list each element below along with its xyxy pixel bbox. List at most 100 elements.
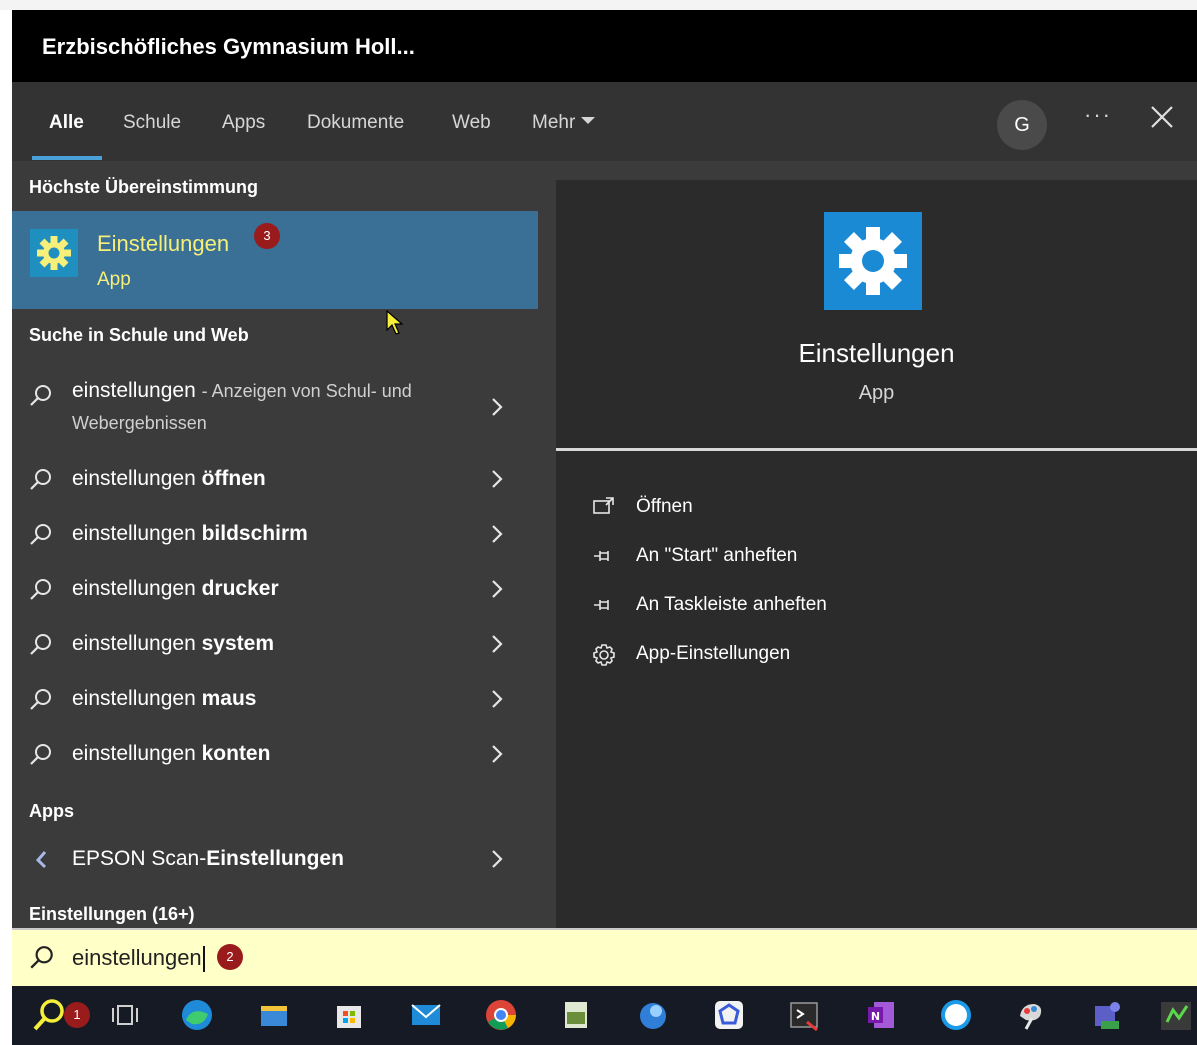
more-options-icon[interactable]: ··· <box>1084 102 1112 128</box>
suggestion-term: maus <box>201 687 257 710</box>
caret-down-icon <box>581 117 596 125</box>
settings-app-icon <box>30 229 78 277</box>
chrome-icon[interactable] <box>482 996 520 1034</box>
suggestion-item[interactable]: einstellungen öffnen <box>12 467 538 497</box>
detail-subtitle: App <box>858 382 895 404</box>
tab-web[interactable]: Web <box>452 112 491 134</box>
edge-icon[interactable] <box>178 996 216 1034</box>
chevron-right-icon <box>492 745 503 763</box>
chevron-right-icon <box>492 635 503 653</box>
suggestion-term: öffnen <box>201 467 266 490</box>
apps-heading: Apps <box>29 801 74 821</box>
file-explorer-icon[interactable] <box>255 996 293 1034</box>
app-settings-label: App-Einstellungen <box>636 643 791 664</box>
tab-apps[interactable]: Apps <box>222 112 265 134</box>
best-match-title: Einstellungen <box>97 231 230 256</box>
suggestion-item[interactable]: einstellungen bildschirm <box>12 522 538 552</box>
pin-icon <box>594 551 609 561</box>
results-pane: Höchste Übereinstimmung Einstellungen Ap… <box>12 161 538 928</box>
best-match-subtitle: App <box>97 269 131 290</box>
suggestion-item[interactable]: einstellungen konten <box>12 742 538 772</box>
search-icon <box>30 524 51 545</box>
search-window: Erzbischöfliches Gymnasium Holl... Alle … <box>12 10 1197 1045</box>
tab-schule[interactable]: Schule <box>123 112 181 134</box>
app-result-item[interactable]: EPSON Scan-Einstellungen <box>12 847 538 877</box>
thunderbird-icon[interactable] <box>634 996 672 1034</box>
suggestion-prefix: einstellungen <box>72 742 202 765</box>
suggestion-term: system <box>201 632 274 655</box>
search-icon <box>30 946 53 969</box>
suggestion-item[interactable]: einstellungen maus <box>12 687 538 717</box>
safari-icon[interactable] <box>937 996 975 1034</box>
web-result-item[interactable]: einstellungen - Anzeigen von Schul- und … <box>12 379 538 441</box>
suggestion-prefix: einstellungen <box>72 687 202 710</box>
web-result-hint: - Anzeigen von Schul- und <box>201 381 412 401</box>
step-badge-3: 3 <box>254 223 280 249</box>
suggestion-prefix: einstellungen <box>72 522 202 545</box>
tab-bar: Alle Schule Apps Dokumente Web Mehr G ··… <box>12 82 1197 161</box>
suggestion-prefix: einstellungen <box>72 467 202 490</box>
gear-icon <box>593 644 615 666</box>
suggestion-term: drucker <box>201 577 279 600</box>
snipping-icon[interactable] <box>785 996 823 1034</box>
open-action-label: Öffnen <box>636 496 693 517</box>
chevron-right-icon <box>492 525 503 543</box>
active-tab-indicator <box>32 156 102 160</box>
paint-icon[interactable] <box>1012 996 1050 1034</box>
suggestion-item[interactable]: einstellungen drucker <box>12 577 538 607</box>
store-icon[interactable] <box>330 996 368 1034</box>
search-icon[interactable] <box>30 996 68 1034</box>
mail-icon[interactable] <box>407 996 445 1034</box>
search-icon <box>30 744 51 765</box>
search-icon <box>30 689 51 710</box>
suggestion-term: bildschirm <box>201 522 308 545</box>
text-caret <box>202 946 205 973</box>
open-icon <box>593 497 614 514</box>
pin-taskbar-label: An Taskleiste anheften <box>636 594 827 615</box>
other-app-icon[interactable] <box>1157 996 1195 1034</box>
detail-pane: Einstellungen App Öffnen An "Start" anhe… <box>556 180 1197 928</box>
divider <box>556 448 1197 451</box>
web-result-query: einstellungen <box>72 379 196 402</box>
taskbar: 1 N <box>12 986 1197 1045</box>
step-badge-2: 2 <box>217 944 243 970</box>
best-match-item[interactable]: Einstellungen App 3 <box>12 211 538 335</box>
chevron-right-icon <box>492 850 503 868</box>
app-icon[interactable] <box>710 996 748 1034</box>
epson-scan-icon <box>35 851 47 869</box>
title-bar: Erzbischöfliches Gymnasium Holl... <box>12 10 1197 82</box>
teams-icon[interactable] <box>1087 996 1125 1034</box>
onenote-icon[interactable]: N <box>862 996 900 1034</box>
suggestion-prefix: einstellungen <box>72 577 202 600</box>
tab-mehr[interactable]: Mehr <box>532 112 596 134</box>
search-input[interactable]: einstellungen <box>72 945 205 973</box>
suggestion-item[interactable]: einstellungen system <box>12 632 538 662</box>
tab-alle[interactable]: Alle <box>49 112 84 134</box>
app-result-term: Einstellungen <box>206 847 344 870</box>
best-match-heading: Höchste Übereinstimmung <box>29 177 259 197</box>
chevron-right-icon <box>492 580 503 598</box>
search-input-value: einstellungen <box>72 945 202 970</box>
pin-icon <box>594 600 609 610</box>
chevron-right-icon <box>492 470 503 488</box>
notepad-icon[interactable] <box>557 996 595 1034</box>
chevron-right-icon <box>492 398 503 416</box>
pin-start-label: An "Start" anheften <box>636 545 798 566</box>
search-icon <box>30 469 51 490</box>
top-strip <box>0 0 1197 10</box>
search-icon <box>30 634 51 655</box>
tab-dokumente[interactable]: Dokumente <box>307 112 404 134</box>
task-view-icon[interactable] <box>106 996 144 1034</box>
web-search-heading: Suche in Schule und Web <box>29 325 249 345</box>
mouse-cursor-icon <box>386 310 404 335</box>
close-icon[interactable] <box>1149 104 1175 130</box>
suggestion-term: konten <box>201 742 271 765</box>
tab-mehr-label: Mehr <box>532 112 576 133</box>
account-avatar[interactable]: G <box>997 100 1047 150</box>
settings-section-heading: Einstellungen (16+) <box>29 904 195 924</box>
suggestion-prefix: einstellungen <box>72 632 202 655</box>
settings-app-icon-large <box>824 212 922 310</box>
search-icon <box>30 579 51 600</box>
chevron-right-icon <box>492 690 503 708</box>
search-box[interactable]: einstellungen 2 <box>12 928 1197 988</box>
